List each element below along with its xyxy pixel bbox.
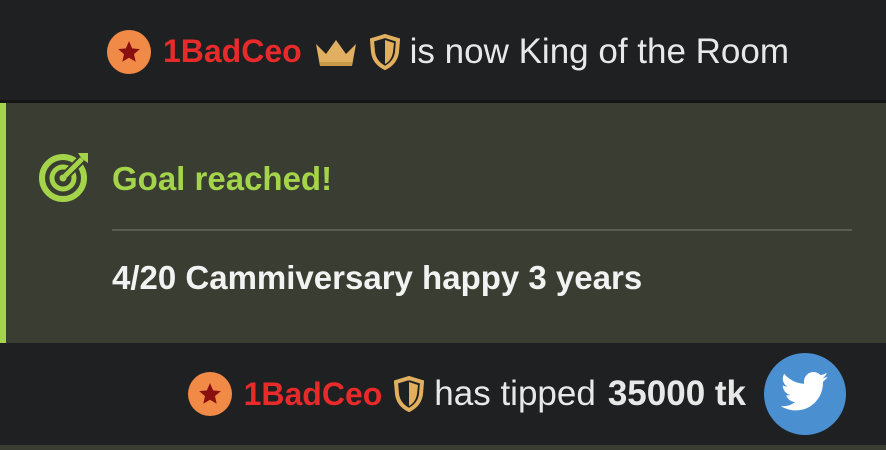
username-link[interactable]: 1BadCeo bbox=[163, 33, 302, 70]
tip-notice: 1BadCeo has tipped 35000 tk bbox=[0, 343, 886, 445]
goal-title: Goal reached! bbox=[112, 159, 333, 197]
goal-notice: Goal reached! 4/20 Cammiversary happy 3 … bbox=[0, 103, 886, 343]
next-row-edge bbox=[0, 445, 886, 450]
twitter-share-button[interactable] bbox=[764, 353, 846, 435]
shield-icon bbox=[394, 376, 425, 412]
goal-divider bbox=[112, 229, 852, 231]
tip-user-group: 1BadCeo has tipped 35000 tk bbox=[187, 372, 746, 416]
king-notice: 1BadCeo is now King of the Room bbox=[0, 0, 886, 103]
star-badge-icon bbox=[106, 29, 151, 74]
goal-description: 4/20 Cammiversary happy 3 years bbox=[112, 259, 643, 296]
star-badge-icon bbox=[187, 372, 232, 416]
tip-amount: 35000 tk bbox=[607, 374, 746, 413]
target-arrow-icon bbox=[38, 149, 92, 208]
tip-message-text: has tipped bbox=[434, 374, 596, 413]
crown-icon bbox=[314, 36, 358, 68]
chat-log: 1BadCeo is now King of the Room Goal rea… bbox=[0, 0, 886, 450]
twitter-bird-icon bbox=[780, 371, 829, 417]
username-link[interactable]: 1BadCeo bbox=[244, 376, 383, 413]
king-message-text: is now King of the Room bbox=[409, 31, 790, 71]
shield-icon bbox=[369, 33, 400, 70]
goal-header: Goal reached! bbox=[38, 149, 332, 208]
